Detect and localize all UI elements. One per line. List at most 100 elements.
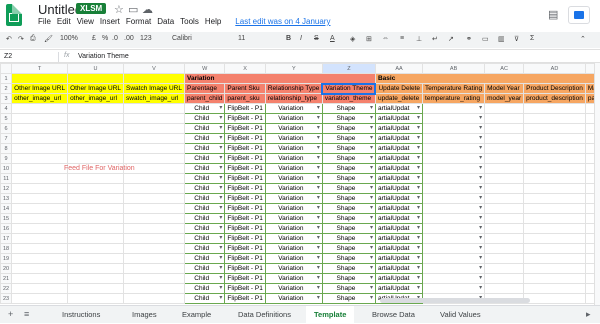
relationship-dropdown[interactable]: Variation <box>265 234 322 244</box>
cell[interactable] <box>524 284 586 294</box>
parentage-dropdown[interactable]: Child <box>185 264 225 274</box>
font-size-select[interactable]: 11 <box>238 35 245 42</box>
variation-theme-dropdown[interactable]: Shape <box>322 174 375 184</box>
cell[interactable]: Swatch Image URL <box>124 84 185 94</box>
parent-sku-cell[interactable]: FlipBelt - P1 <box>225 184 265 194</box>
cell[interactable] <box>68 254 124 264</box>
more-formats-button[interactable]: 123 <box>140 35 152 42</box>
cell[interactable] <box>12 254 68 264</box>
relationship-dropdown[interactable]: Variation <box>265 294 322 304</box>
cell[interactable] <box>524 124 586 134</box>
column-header[interactable]: AB <box>423 64 485 74</box>
parent-sku-cell[interactable]: FlipBelt - P1 <box>225 164 265 174</box>
update-delete-dropdown[interactable]: artialUpdat <box>375 114 422 124</box>
cell[interactable] <box>12 114 68 124</box>
cell[interactable]: model_year <box>485 94 524 104</box>
functions-icon[interactable]: Σ <box>530 35 534 42</box>
font-select[interactable]: Calibri <box>172 35 192 42</box>
update-delete-dropdown[interactable]: artialUpdat <box>375 264 422 274</box>
cell[interactable]: Update Delete <box>375 84 422 94</box>
cell[interactable] <box>485 214 524 224</box>
cell[interactable] <box>68 204 124 214</box>
column-header[interactable]: AA <box>375 64 422 74</box>
parentage-dropdown[interactable]: Child <box>185 104 225 114</box>
cell[interactable] <box>485 144 524 154</box>
cell[interactable] <box>12 154 68 164</box>
parentage-dropdown[interactable]: Child <box>185 274 225 284</box>
decrease-decimal-button[interactable]: .0 <box>112 35 118 42</box>
column-header[interactable]: X <box>225 64 265 74</box>
variation-theme-dropdown[interactable]: Shape <box>322 184 375 194</box>
variation-theme-dropdown[interactable]: Shape <box>322 154 375 164</box>
parent-sku-cell[interactable]: FlipBelt - P1 <box>225 254 265 264</box>
variation-theme-dropdown[interactable]: Shape <box>322 104 375 114</box>
row-header[interactable]: 20 <box>1 264 12 274</box>
temperature-rating-dropdown[interactable] <box>423 234 485 244</box>
cell[interactable] <box>485 154 524 164</box>
cell[interactable] <box>485 254 524 264</box>
relationship-dropdown[interactable]: Variation <box>265 184 322 194</box>
relationship-dropdown[interactable]: Variation <box>265 174 322 184</box>
relationship-dropdown[interactable]: Variation <box>265 104 322 114</box>
parentage-dropdown[interactable]: Child <box>185 214 225 224</box>
row-header[interactable]: 11 <box>1 174 12 184</box>
cell[interactable] <box>12 124 68 134</box>
column-header[interactable]: U <box>68 64 124 74</box>
link-icon[interactable]: ⚭ <box>466 35 472 43</box>
menu-data[interactable]: Data <box>157 17 174 26</box>
cell[interactable] <box>524 254 586 264</box>
cell[interactable] <box>124 224 185 234</box>
cell[interactable] <box>12 264 68 274</box>
variation-theme-dropdown[interactable]: Shape <box>322 114 375 124</box>
parentage-dropdown[interactable]: Child <box>185 204 225 214</box>
parent-sku-cell[interactable]: FlipBelt - P1 <box>225 134 265 144</box>
update-delete-dropdown[interactable]: artialUpdat <box>375 234 422 244</box>
parent-sku-cell[interactable]: FlipBelt - P1 <box>225 214 265 224</box>
cell[interactable] <box>485 244 524 254</box>
relationship-dropdown[interactable]: Variation <box>265 244 322 254</box>
temperature-rating-dropdown[interactable] <box>423 114 485 124</box>
cell[interactable]: parent_child <box>185 94 225 104</box>
cell[interactable] <box>124 234 185 244</box>
cell[interactable] <box>485 174 524 184</box>
variation-theme-dropdown[interactable]: Shape <box>322 134 375 144</box>
tab-browse-data[interactable]: Browse Data <box>372 310 415 319</box>
cell[interactable] <box>68 184 124 194</box>
paint-format-icon[interactable]: 🖌 <box>44 35 53 43</box>
add-sheet-icon[interactable]: + <box>8 309 13 319</box>
relationship-dropdown[interactable]: Variation <box>265 224 322 234</box>
cell[interactable]: Relationship Type <box>265 84 322 94</box>
cell[interactable] <box>124 264 185 274</box>
update-delete-dropdown[interactable]: artialUpdat <box>375 174 422 184</box>
update-delete-dropdown[interactable]: artialUpdat <box>375 274 422 284</box>
cell[interactable]: Model Year <box>485 84 524 94</box>
temperature-rating-dropdown[interactable] <box>423 224 485 234</box>
temperature-rating-dropdown[interactable] <box>423 164 485 174</box>
cell[interactable] <box>68 294 124 304</box>
cell[interactable] <box>68 244 124 254</box>
rotate-icon[interactable]: ↗ <box>448 35 454 43</box>
tab-images[interactable]: Images <box>132 310 157 319</box>
column-header[interactable]: W <box>185 64 225 74</box>
column-header[interactable]: AD <box>524 64 586 74</box>
variation-theme-dropdown[interactable]: Shape <box>322 284 375 294</box>
cell[interactable] <box>68 174 124 184</box>
filter-icon[interactable]: ⊽ <box>514 35 519 43</box>
cell[interactable] <box>485 204 524 214</box>
temperature-rating-dropdown[interactable] <box>423 274 485 284</box>
variation-theme-dropdown[interactable]: Shape <box>322 244 375 254</box>
cell[interactable] <box>485 274 524 284</box>
variation-theme-dropdown[interactable]: Shape <box>322 254 375 264</box>
row-header[interactable]: 1 <box>1 74 12 84</box>
variation-theme-dropdown[interactable]: Shape <box>322 124 375 134</box>
cell[interactable] <box>68 114 124 124</box>
relationship-dropdown[interactable]: Variation <box>265 254 322 264</box>
cell[interactable] <box>124 254 185 264</box>
collapse-toolbar-icon[interactable]: ⌃ <box>580 35 586 43</box>
temperature-rating-dropdown[interactable] <box>423 134 485 144</box>
row-header[interactable]: 17 <box>1 234 12 244</box>
update-delete-dropdown[interactable]: artialUpdat <box>375 214 422 224</box>
cell[interactable] <box>485 184 524 194</box>
row-header[interactable]: 21 <box>1 274 12 284</box>
parent-sku-cell[interactable]: FlipBelt - P1 <box>225 234 265 244</box>
